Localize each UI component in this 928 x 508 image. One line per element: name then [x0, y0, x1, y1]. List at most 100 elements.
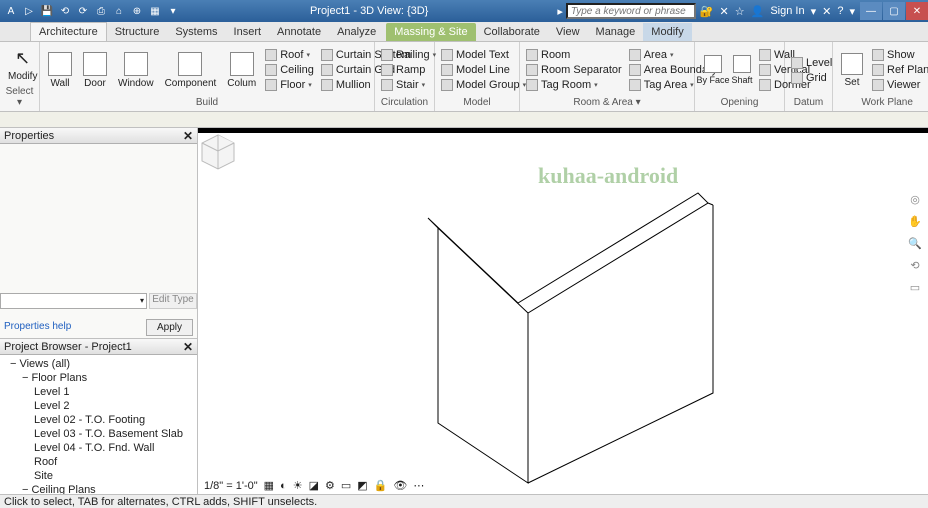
- 3d-view-canvas[interactable]: kuhaa-android ◎ ✋ 🔍 ⟲ ▭ 1/8" = 1'-0" ▦ ◐…: [198, 128, 928, 494]
- sync-icon[interactable]: ⊕: [130, 4, 144, 18]
- app-icon[interactable]: A: [4, 4, 18, 18]
- model-text-button[interactable]: Model Text: [439, 48, 528, 62]
- lock-icon[interactable]: 🔒: [374, 479, 388, 492]
- pan-icon[interactable]: ✋: [908, 215, 922, 229]
- maximize-button[interactable]: ▢: [883, 2, 905, 20]
- project-browser[interactable]: − Views (all)− Floor PlansLevel 1Level 2…: [0, 355, 197, 494]
- tab-annotate[interactable]: Annotate: [269, 23, 329, 41]
- wall-button[interactable]: Wall: [44, 50, 76, 91]
- render-icon[interactable]: ⚙: [325, 479, 335, 492]
- tree-node[interactable]: Level 03 - T.O. Basement Slab: [0, 427, 197, 441]
- redo-icon[interactable]: ⟳: [76, 4, 90, 18]
- search-input[interactable]: [566, 3, 696, 19]
- edit-type-button[interactable]: Edit Type: [149, 293, 197, 309]
- signin-icon[interactable]: 👤: [751, 5, 765, 18]
- reveal-icon[interactable]: ⋯: [413, 479, 424, 492]
- viewer-button[interactable]: Viewer: [870, 78, 928, 92]
- tab-architecture[interactable]: Architecture: [30, 22, 107, 41]
- tab-massing[interactable]: Massing & Site: [386, 23, 475, 41]
- sun-icon[interactable]: ☀: [293, 479, 303, 492]
- tab-insert[interactable]: Insert: [226, 23, 270, 41]
- signin-button[interactable]: Sign In: [770, 5, 804, 17]
- show-wp-button[interactable]: Show: [870, 48, 928, 62]
- tab-structure[interactable]: Structure: [107, 23, 168, 41]
- minimize-button[interactable]: —: [860, 2, 882, 20]
- door-button[interactable]: Door: [79, 50, 111, 91]
- tab-analyze[interactable]: Analyze: [329, 23, 384, 41]
- stair-button[interactable]: Stair▾: [379, 78, 438, 92]
- tree-node[interactable]: − Views (all): [0, 357, 197, 371]
- grid-button[interactable]: Grid: [789, 71, 834, 85]
- more-icon[interactable]: ▾: [166, 4, 180, 18]
- type-selector[interactable]: ▾: [0, 293, 147, 309]
- apply-button[interactable]: Apply: [146, 319, 193, 336]
- help-caret-icon[interactable]: ▾: [849, 5, 855, 18]
- home-icon[interactable]: ⌂: [112, 4, 126, 18]
- properties-help-link[interactable]: Properties help: [4, 321, 71, 332]
- tree-node[interactable]: − Floor Plans: [0, 371, 197, 385]
- ramp-button[interactable]: Ramp: [379, 63, 438, 77]
- search-caret-icon[interactable]: ▸: [554, 5, 566, 18]
- favorite-icon[interactable]: ☆: [735, 5, 745, 18]
- model-group-button[interactable]: Model Group▾: [439, 78, 528, 92]
- properties-close-icon[interactable]: ✕: [183, 129, 193, 143]
- orbit-icon[interactable]: ⟲: [908, 259, 922, 273]
- detail-icon[interactable]: ▦: [264, 479, 274, 492]
- viewcube-icon[interactable]: [198, 133, 238, 173]
- tag-room-button[interactable]: Tag Room▾: [524, 78, 624, 92]
- visual-style-icon[interactable]: ◐: [280, 480, 287, 492]
- roof-button[interactable]: Roof▾: [263, 48, 316, 62]
- by-face-button[interactable]: By Face: [699, 53, 727, 87]
- ref-plane-button[interactable]: Ref Plane: [870, 63, 928, 77]
- group-select-label[interactable]: Select ▾: [4, 85, 35, 109]
- shaft-button[interactable]: Shaft: [730, 53, 754, 87]
- print-icon[interactable]: ⎙: [94, 4, 108, 18]
- tree-node[interactable]: Level 04 - T.O. Fnd. Wall: [0, 441, 197, 455]
- tree-node[interactable]: Level 2: [0, 399, 197, 413]
- look-icon[interactable]: ▭: [908, 281, 922, 295]
- tab-manage[interactable]: Manage: [588, 23, 644, 41]
- model-line-button[interactable]: Model Line: [439, 63, 528, 77]
- properties-header[interactable]: Properties ✕: [0, 128, 197, 144]
- tab-systems[interactable]: Systems: [167, 23, 225, 41]
- tree-node[interactable]: − Ceiling Plans: [0, 483, 197, 494]
- tree-node[interactable]: Roof: [0, 455, 197, 469]
- tab-collaborate[interactable]: Collaborate: [476, 23, 548, 41]
- help-icon[interactable]: ?: [837, 5, 843, 17]
- signin-caret-icon[interactable]: ▾: [811, 5, 817, 18]
- subscription-icon[interactable]: 🔐: [700, 5, 714, 18]
- tab-view[interactable]: View: [548, 23, 588, 41]
- times-icon[interactable]: ✕: [822, 5, 831, 18]
- room-sep-button[interactable]: Room Separator: [524, 63, 624, 77]
- zoom-icon[interactable]: 🔍: [908, 237, 922, 251]
- tab-modify[interactable]: Modify: [643, 23, 691, 41]
- wheel-icon[interactable]: ◎: [908, 193, 922, 207]
- browser-close-icon[interactable]: ✕: [183, 340, 193, 354]
- modify-button[interactable]: ↖Modify: [4, 46, 41, 84]
- ceiling-button[interactable]: Ceiling: [263, 63, 316, 77]
- column-button[interactable]: Colum: [223, 50, 260, 91]
- railing-button[interactable]: Railing▾: [379, 48, 438, 62]
- group-room-label[interactable]: Room & Area ▾: [524, 96, 690, 109]
- hidden-icon[interactable]: 👁: [393, 479, 407, 492]
- exchange-icon[interactable]: ✕: [720, 5, 729, 18]
- 3d-icon[interactable]: ▦: [148, 4, 162, 18]
- level-button[interactable]: Level: [789, 56, 834, 70]
- crop-icon[interactable]: ▭: [341, 479, 351, 492]
- tree-node[interactable]: Level 02 - T.O. Footing: [0, 413, 197, 427]
- scale-button[interactable]: 1/8" = 1'-0": [204, 480, 258, 492]
- crop-show-icon[interactable]: ◩: [357, 479, 367, 492]
- floor-button[interactable]: Floor▾: [263, 78, 316, 92]
- tree-node[interactable]: Site: [0, 469, 197, 483]
- window-button[interactable]: Window: [114, 50, 158, 91]
- save-icon[interactable]: 💾: [40, 4, 54, 18]
- component-button[interactable]: Component: [161, 50, 221, 91]
- set-wp-button[interactable]: Set: [837, 51, 867, 90]
- room-button[interactable]: Room: [524, 48, 624, 62]
- browser-header[interactable]: Project Browser - Project1 ✕: [0, 339, 197, 355]
- tree-node[interactable]: Level 1: [0, 385, 197, 399]
- open-icon[interactable]: ▷: [22, 4, 36, 18]
- shadows-icon[interactable]: ◪: [309, 479, 319, 492]
- close-button[interactable]: ✕: [906, 2, 928, 20]
- undo-icon[interactable]: ⟲: [58, 4, 72, 18]
